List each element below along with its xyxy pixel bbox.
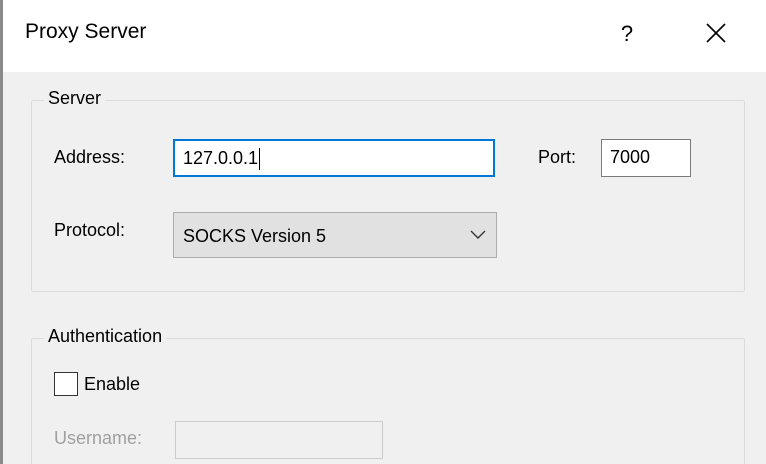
server-group [31,100,745,292]
address-value: 127.0.0.1 [183,148,259,168]
close-icon [706,23,726,43]
protocol-label: Protocol: [54,220,126,240]
dialog-title: Proxy Server [25,20,147,43]
address-label: Address: [54,147,126,167]
question-mark-icon: ? [620,21,634,46]
enable-auth-label[interactable]: Enable [84,374,140,395]
help-button[interactable]: ? [607,14,647,54]
username-label: Username: [54,428,143,448]
proxy-server-dialog: Proxy Server ? Server Address: 127.0.0.1… [0,0,766,464]
port-value: 7000 [610,147,651,167]
enable-auth-checkbox[interactable] [54,372,78,396]
protocol-dropdown[interactable]: SOCKS Version 5 [173,212,497,258]
address-input[interactable]: 127.0.0.1 [173,139,495,177]
protocol-selected-value: SOCKS Version 5 [183,226,327,246]
title-bar: Proxy Server ? [3,0,766,72]
port-input[interactable]: 7000 [601,139,691,177]
authentication-group-label: Authentication [44,326,167,347]
port-label: Port: [538,147,577,167]
close-button[interactable] [693,14,737,54]
username-input[interactable] [175,421,383,459]
server-group-label: Server [44,88,106,109]
chevron-down-icon [470,230,486,239]
text-caret [259,148,261,171]
